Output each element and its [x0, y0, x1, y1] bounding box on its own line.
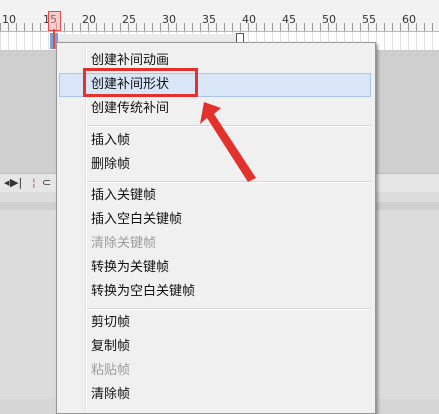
annotation-arrow-icon: [200, 102, 256, 182]
